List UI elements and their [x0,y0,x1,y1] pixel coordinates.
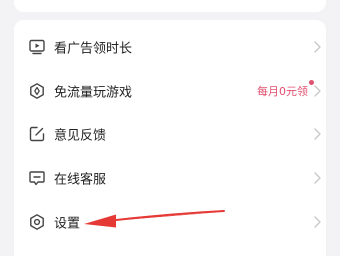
chevron-right-icon [312,84,322,98]
previous-section-card [14,0,326,12]
chevron-right-icon [312,127,322,141]
menu-item-label: 看广告领时长 [54,41,133,57]
chevron-right-icon [312,40,322,54]
menu-item-settings[interactable]: 设置 [14,200,326,244]
chevron-right-icon [312,171,322,185]
chat-message-icon [28,169,46,187]
menu-item-online-support[interactable]: 在线客服 [14,156,326,200]
chevron-right-icon [312,215,322,229]
menu-item-label: 意见反馈 [54,128,107,144]
free-data-icon [28,82,46,100]
screen: 看广告领时长 免流量玩游戏 每月0元领 意见反馈 在线客服 设置 [0,0,340,256]
menu-item-watch-ads[interactable]: 看广告领时长 [14,25,326,69]
menu-item-label: 免流量玩游戏 [54,85,133,101]
menu-card: 看广告领时长 免流量玩游戏 每月0元领 意见反馈 在线客服 设置 [14,20,326,256]
feedback-edit-icon [28,125,46,143]
menu-item-free-data-games[interactable]: 免流量玩游戏 每月0元领 [14,69,326,113]
promo-badge: 每月0元领 [257,85,308,98]
menu-item-feedback[interactable]: 意见反馈 [14,112,326,156]
play-screen-icon [28,38,46,56]
menu-item-label: 设置 [54,216,81,232]
settings-gear-icon [28,213,46,231]
menu-item-label: 在线客服 [54,172,107,188]
